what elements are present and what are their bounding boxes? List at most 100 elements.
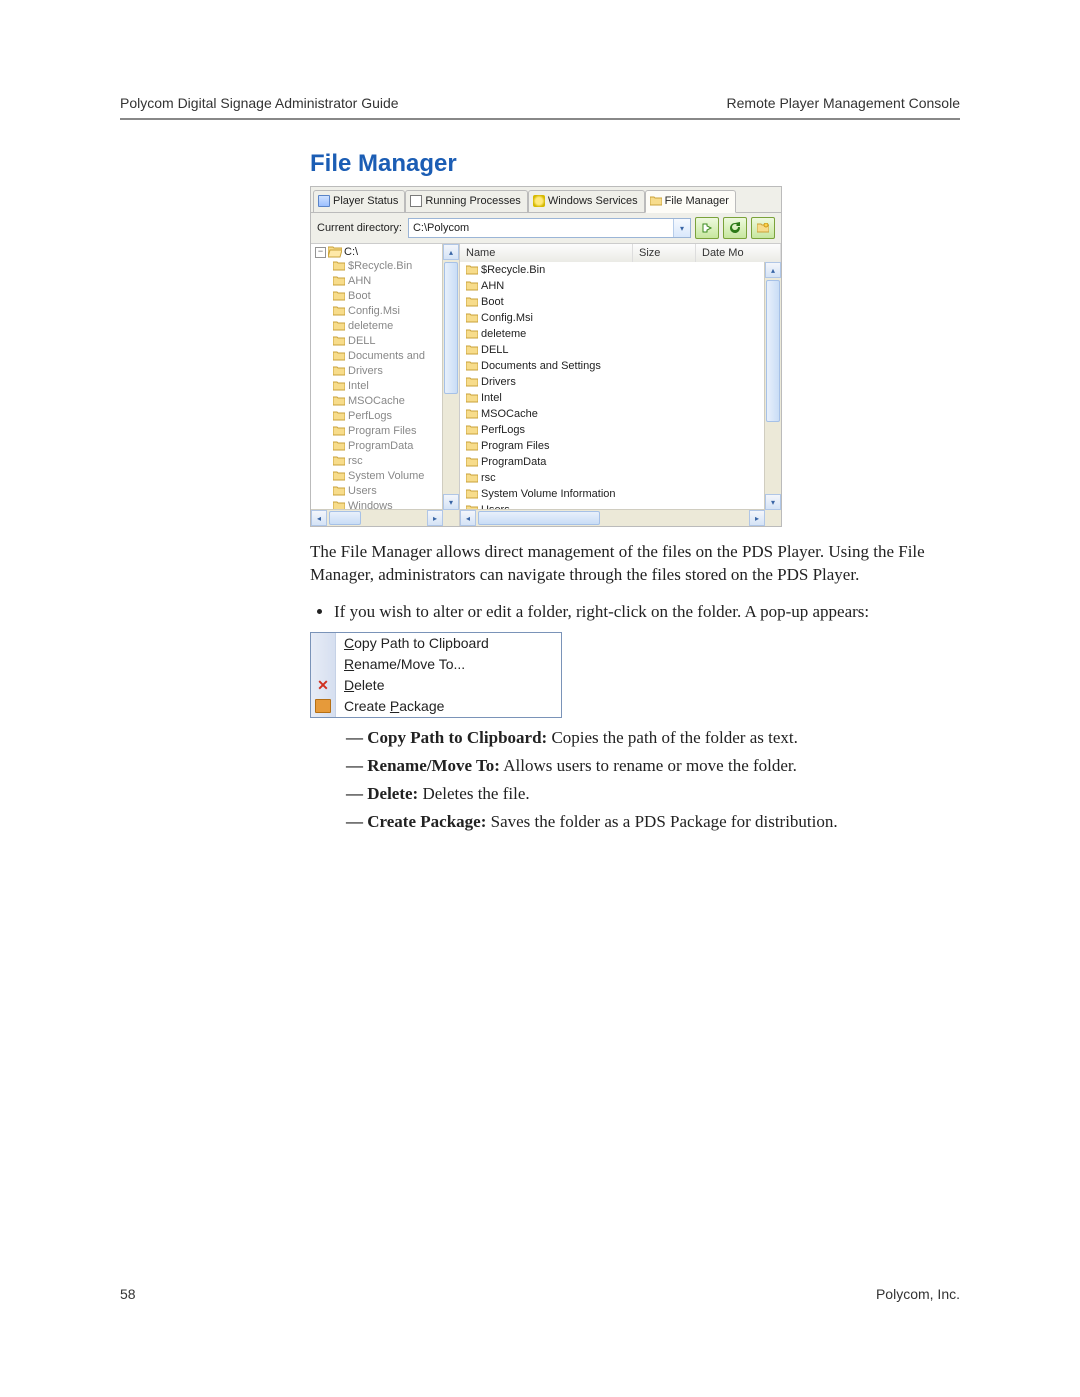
folder-icon	[333, 321, 345, 331]
service-icon	[533, 195, 545, 207]
scroll-right-icon[interactable]: ▸	[749, 510, 765, 526]
list-item[interactable]: Boot	[460, 294, 765, 310]
list-item[interactable]: $Recycle.Bin	[460, 262, 765, 278]
delete-icon: ✕	[317, 677, 329, 694]
list-item[interactable]: deleteme	[460, 326, 765, 342]
scrollbar-thumb[interactable]	[329, 511, 361, 525]
scroll-right-icon[interactable]: ▸	[427, 510, 443, 526]
tree-item[interactable]: System Volume	[333, 468, 443, 483]
scroll-left-icon[interactable]: ◂	[311, 510, 327, 526]
scroll-down-icon[interactable]: ▾	[443, 494, 459, 510]
column-size[interactable]: Size	[633, 244, 696, 262]
scroll-down-icon[interactable]: ▾	[765, 494, 781, 510]
tree-item-label: DELL	[348, 335, 376, 347]
scroll-left-icon[interactable]: ◂	[460, 510, 476, 526]
scrollbar-thumb[interactable]	[444, 262, 458, 394]
list-horizontal-scrollbar[interactable]: ◂ ▸	[460, 509, 765, 526]
tree-list: $Recycle.Bin AHN BootConfig.Msi deleteme DEL…	[313, 258, 443, 510]
tree-root[interactable]: − C:\	[313, 246, 443, 258]
tab-player-status[interactable]: Player Status	[313, 190, 405, 212]
tree-item-label: deleteme	[348, 320, 393, 332]
context-menu-item[interactable]: Rename/Move To...	[311, 654, 561, 675]
list-item[interactable]: Intel	[460, 390, 765, 406]
refresh-button[interactable]	[723, 217, 747, 239]
context-menu-item[interactable]: ✕ Delete	[311, 675, 561, 696]
chevron-down-icon[interactable]: ▾	[673, 219, 690, 237]
list-item-label: Documents and Settings	[481, 360, 601, 372]
tree-item[interactable]: Config.Msi	[333, 303, 443, 318]
context-menu-item[interactable]: Create Package	[311, 696, 561, 717]
list-item[interactable]: System Volume Information	[460, 486, 765, 502]
tree-horizontal-scrollbar[interactable]: ◂ ▸	[311, 509, 443, 526]
tree-item[interactable]: Documents and	[333, 348, 443, 363]
folder-icon	[466, 457, 478, 467]
list-item-label: MSOCache	[481, 408, 538, 420]
sub-item-term: Create Package:	[367, 812, 486, 831]
intro-paragraph: The File Manager allows direct managemen…	[310, 541, 960, 587]
list-item[interactable]: Program Files	[460, 438, 765, 454]
list-item[interactable]: DELL	[460, 342, 765, 358]
tree-vertical-scrollbar[interactable]: ▴ ▾	[442, 244, 459, 510]
scrollbar-thumb[interactable]	[478, 511, 600, 525]
new-folder-button[interactable]	[751, 217, 775, 239]
tree-item[interactable]: ProgramData	[333, 438, 443, 453]
list-item[interactable]: Documents and Settings	[460, 358, 765, 374]
tree-item[interactable]: Boot	[333, 288, 443, 303]
tree-item[interactable]: Program Files	[333, 423, 443, 438]
tab-label: Windows Services	[548, 195, 638, 207]
list-item-label: ProgramData	[481, 456, 546, 468]
tree-item[interactable]: deleteme	[333, 318, 443, 333]
list-item[interactable]: Config.Msi	[460, 310, 765, 326]
list-item[interactable]: ProgramData	[460, 454, 765, 470]
list-item[interactable]: rsc	[460, 470, 765, 486]
list-item[interactable]: AHN	[460, 278, 765, 294]
column-date[interactable]: Date Mo	[696, 244, 781, 262]
tree-item-label: ProgramData	[348, 440, 413, 452]
tree-item[interactable]: Intel	[333, 378, 443, 393]
list-header: Name Size Date Mo	[460, 244, 781, 263]
tree-item[interactable]: rsc	[333, 453, 443, 468]
tree-item[interactable]: Users	[333, 483, 443, 498]
pathbar: Current directory: C:\Polycom ▾	[311, 213, 781, 244]
context-menu-label: Delete	[336, 677, 384, 693]
tree-item[interactable]: MSOCache	[333, 393, 443, 408]
list-item-label: PerfLogs	[481, 424, 525, 436]
tree-item[interactable]: $Recycle.Bin	[333, 258, 443, 273]
context-menu-label: Copy Path to Clipboard	[336, 635, 489, 651]
list-item[interactable]: PerfLogs	[460, 422, 765, 438]
list-item-label: DELL	[481, 344, 509, 356]
folder-icon	[466, 361, 478, 371]
scroll-up-icon[interactable]: ▴	[443, 244, 459, 260]
folder-icon	[650, 196, 662, 206]
header-left: Polycom Digital Signage Administrator Gu…	[120, 95, 399, 111]
go-button[interactable]	[695, 217, 719, 239]
tree-item[interactable]: PerfLogs	[333, 408, 443, 423]
column-name[interactable]: Name	[460, 244, 633, 262]
list-item-label: AHN	[481, 280, 504, 292]
sub-item-term: Copy Path to Clipboard:	[367, 728, 547, 747]
footer-company: Polycom, Inc.	[876, 1286, 960, 1302]
tree-item[interactable]: Drivers	[333, 363, 443, 378]
scrollbar-thumb[interactable]	[766, 280, 780, 422]
tree-item-label: Boot	[348, 290, 371, 302]
tab-file-manager[interactable]: File Manager	[645, 190, 736, 213]
folder-icon	[333, 471, 345, 481]
folder-icon	[466, 281, 478, 291]
folder-open-icon	[328, 246, 342, 258]
tab-windows-services[interactable]: Windows Services	[528, 190, 645, 212]
menu-icon-strip	[311, 654, 336, 675]
collapse-icon[interactable]: −	[315, 247, 326, 258]
context-menu-item[interactable]: Copy Path to Clipboard	[311, 633, 561, 654]
tab-running-processes[interactable]: Running Processes	[405, 190, 527, 212]
header-divider	[120, 118, 960, 120]
path-combobox[interactable]: C:\Polycom ▾	[408, 218, 691, 238]
scroll-up-icon[interactable]: ▴	[765, 262, 781, 278]
folder-icon	[333, 351, 345, 361]
tree-item[interactable]: AHN	[333, 273, 443, 288]
list-vertical-scrollbar[interactable]: ▴ ▾	[764, 262, 781, 510]
tree-item-label: AHN	[348, 275, 371, 287]
tree-item[interactable]: DELL	[333, 333, 443, 348]
list-item[interactable]: Drivers	[460, 374, 765, 390]
folder-icon	[466, 393, 478, 403]
list-item[interactable]: MSOCache	[460, 406, 765, 422]
